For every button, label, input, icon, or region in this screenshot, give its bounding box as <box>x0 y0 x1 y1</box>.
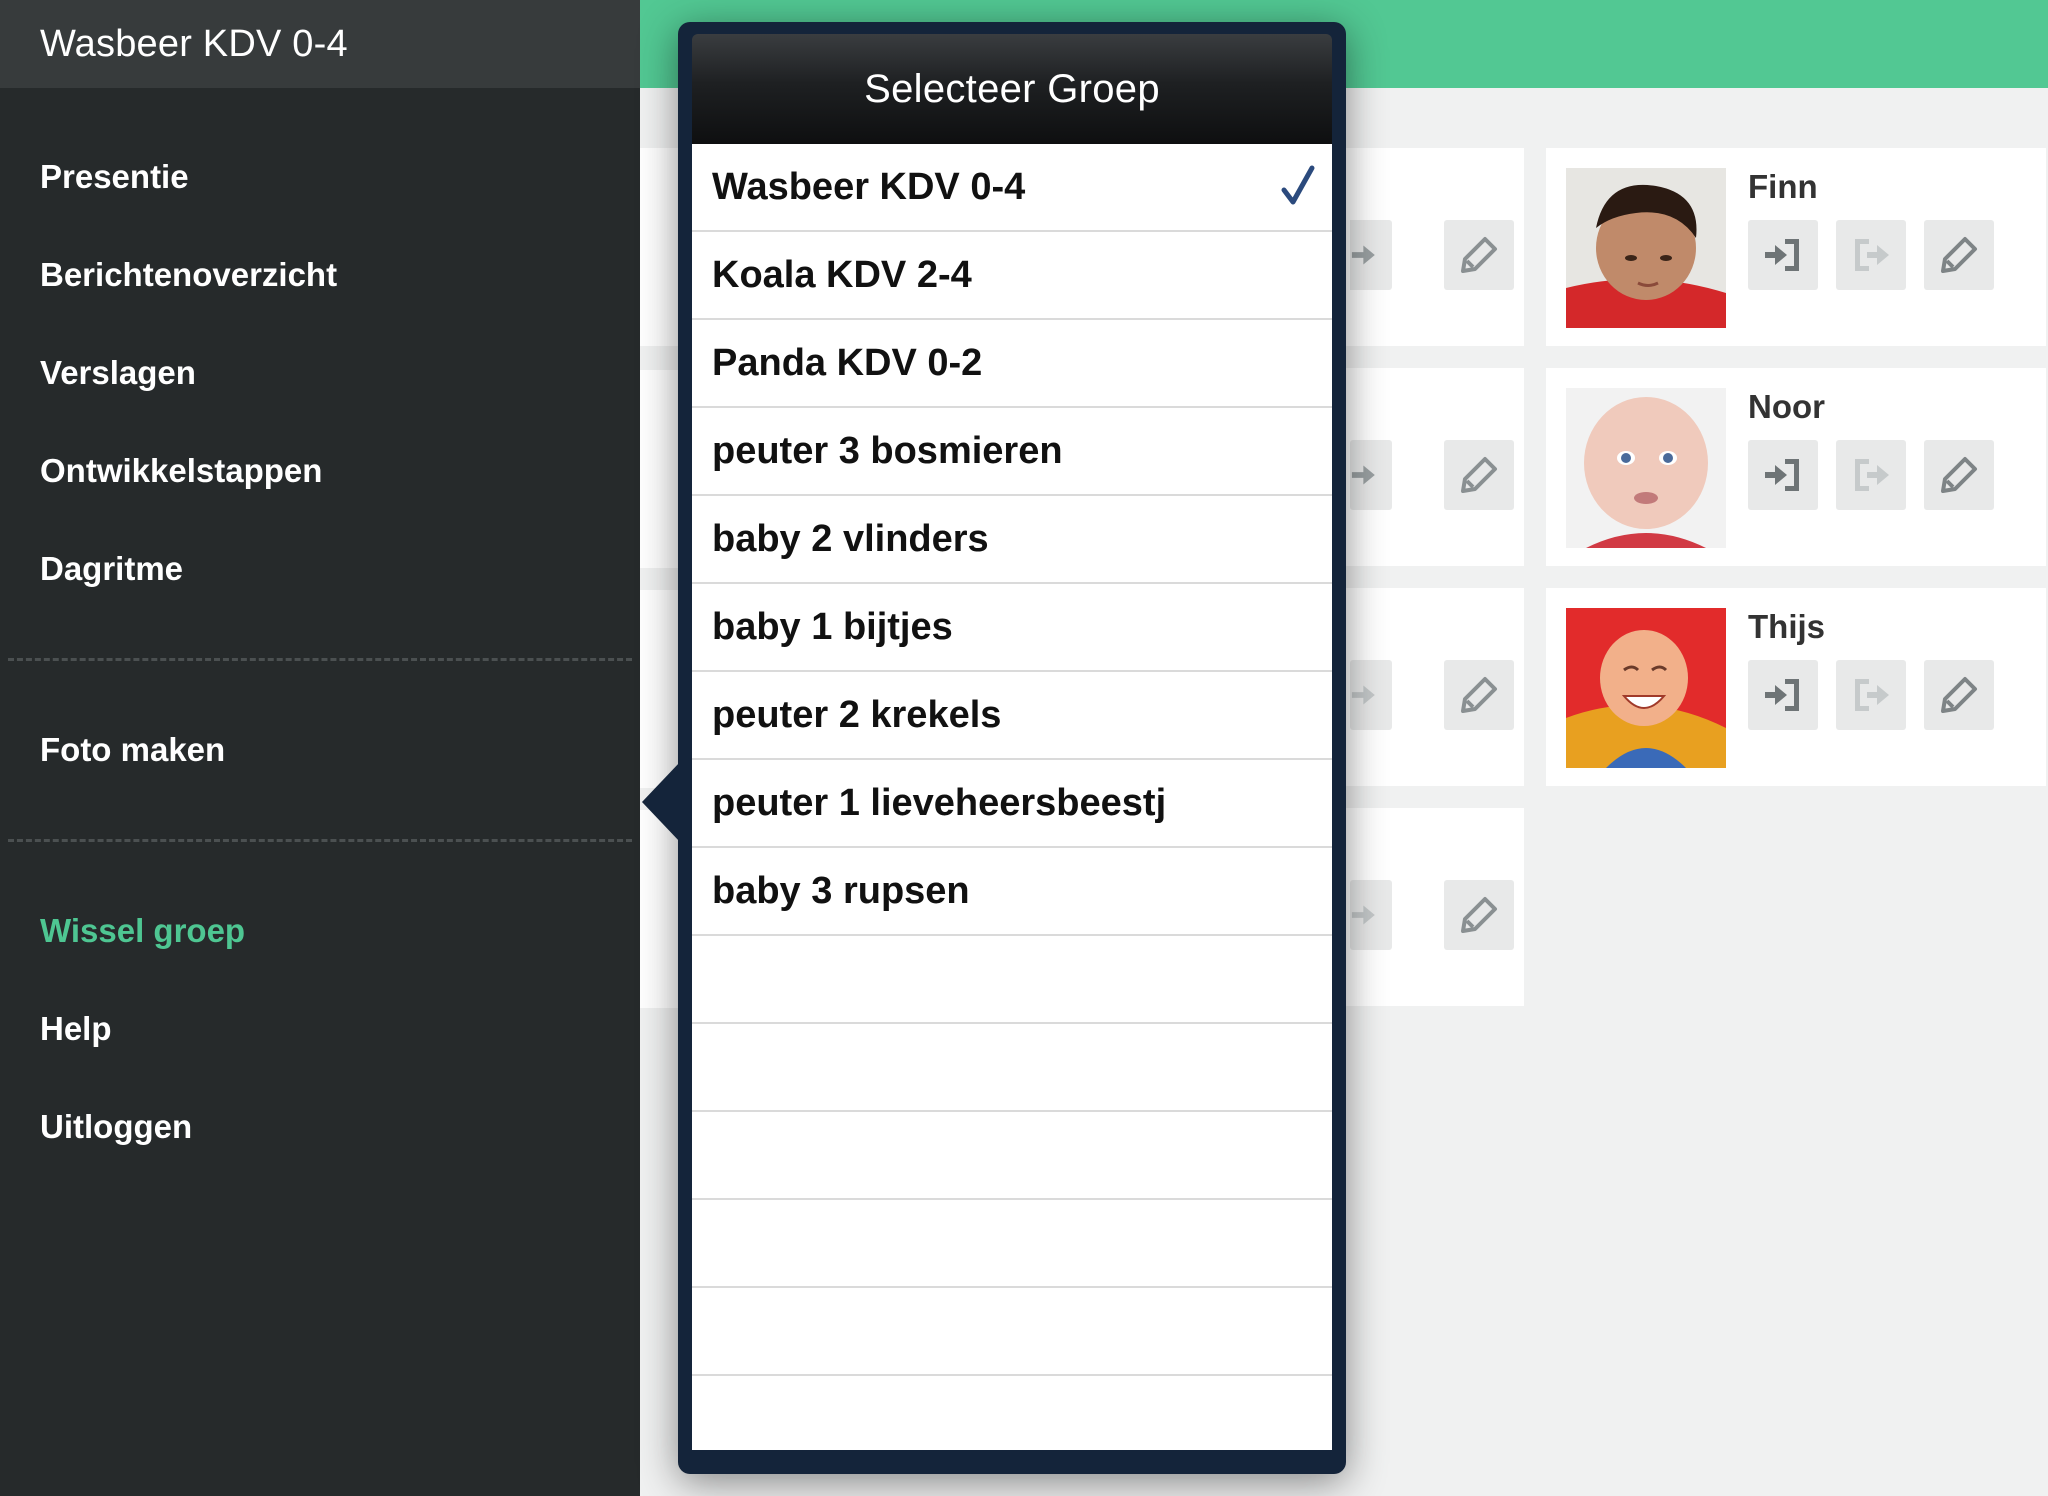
group-list: Wasbeer KDV 0-4 Koala KDV 2-4 Panda KDV 0-… <box>692 144 1332 1450</box>
menu-item-dagritme[interactable]: Dagritme <box>0 520 640 618</box>
menu-item-ontwikkelstappen[interactable]: Ontwikkelstappen <box>0 422 640 520</box>
sidebar-header: Wasbeer KDV 0-4 <box>0 0 640 88</box>
child-photo-image <box>1566 388 1726 548</box>
group-option-label: peuter 2 krekels <box>712 693 1002 736</box>
checkout-button[interactable] <box>1836 440 1906 510</box>
child-card-finn[interactable]: Finn <box>1546 148 2046 346</box>
group-option[interactable]: Koala KDV 2-4 <box>692 232 1332 320</box>
child-name: Finn <box>1748 168 1818 205</box>
child-photo <box>1566 168 1726 328</box>
checkout-icon <box>1855 239 1889 271</box>
group-option-label: Panda KDV 0-2 <box>712 341 983 384</box>
child-name: Noor <box>1748 388 1825 425</box>
checkin-icon <box>1765 459 1799 491</box>
edit-button[interactable] <box>1444 440 1514 510</box>
group-option-label: baby 3 rupsen <box>712 869 970 912</box>
group-option-label: peuter 1 lieveheersbeestj <box>712 781 1167 824</box>
app-root: n <box>0 0 2048 1496</box>
menu-divider <box>8 658 632 661</box>
group-option-label: Koala KDV 2-4 <box>712 253 972 296</box>
checkout-icon <box>1855 459 1889 491</box>
edit-button[interactable] <box>1444 220 1514 290</box>
edit-button[interactable] <box>1444 660 1514 730</box>
checkout-icon <box>1351 465 1375 485</box>
checkout-button[interactable] <box>1836 220 1906 290</box>
pencil-icon <box>1461 237 1497 273</box>
pencil-icon <box>1461 457 1497 493</box>
group-option[interactable]: baby 1 bijtjes <box>692 584 1332 672</box>
empty-row <box>692 1112 1332 1200</box>
child-card-noor[interactable]: Noor <box>1546 368 2046 566</box>
popover-header: Selecteer Groep <box>692 34 1332 144</box>
checkmark-icon <box>1281 165 1315 205</box>
sidebar-bottom-menu: Wissel groep Help Uitloggen <box>0 882 640 1176</box>
empty-row <box>692 936 1332 1024</box>
child-photo <box>1566 388 1726 548</box>
pencil-icon <box>1461 897 1497 933</box>
group-option[interactable]: peuter 2 krekels <box>692 672 1332 760</box>
group-option[interactable]: peuter 3 bosmieren <box>692 408 1332 496</box>
pencil-icon <box>1941 237 1977 273</box>
menu-item-foto-maken[interactable]: Foto maken <box>0 701 640 799</box>
checkout-icon <box>1351 245 1375 265</box>
checkin-button[interactable] <box>1748 440 1818 510</box>
checkout-button[interactable] <box>1836 660 1906 730</box>
checkout-button[interactable] <box>1350 440 1392 510</box>
pencil-icon <box>1461 677 1497 713</box>
group-option[interactable]: baby 3 rupsen <box>692 848 1332 936</box>
group-option-label: Wasbeer KDV 0-4 <box>712 165 1026 208</box>
menu-item-presentie[interactable]: Presentie <box>0 128 640 226</box>
empty-row <box>692 1288 1332 1376</box>
group-option[interactable]: baby 2 vlinders <box>692 496 1332 584</box>
group-option-label: baby 1 bijtjes <box>712 605 953 648</box>
sidebar: Wasbeer KDV 0-4 Presentie Berichtenoverz… <box>0 0 640 1496</box>
checkin-button[interactable] <box>1748 660 1818 730</box>
menu-divider <box>8 839 632 842</box>
menu-item-help[interactable]: Help <box>0 980 640 1078</box>
edit-button[interactable] <box>1924 220 1994 290</box>
group-option-label: baby 2 vlinders <box>712 517 989 560</box>
child-photo <box>1566 608 1726 768</box>
checkin-icon <box>1765 679 1799 711</box>
empty-row <box>692 1200 1332 1288</box>
checkout-icon <box>1351 685 1375 705</box>
group-title: Wasbeer KDV 0-4 <box>40 22 348 65</box>
popover-arrow <box>642 762 680 842</box>
select-group-popover: Selecteer Groep Wasbeer KDV 0-4 Koala KDV… <box>678 22 1346 1474</box>
child-photo-image <box>1566 608 1726 768</box>
checkout-button[interactable] <box>1350 220 1392 290</box>
edit-button[interactable] <box>1444 880 1514 950</box>
empty-row <box>692 1376 1332 1450</box>
checkout-icon <box>1351 905 1375 925</box>
menu-item-uitloggen[interactable]: Uitloggen <box>0 1078 640 1176</box>
pencil-icon <box>1941 677 1977 713</box>
menu-item-verslagen[interactable]: Verslagen <box>0 324 640 422</box>
group-option-label: peuter 3 bosmieren <box>712 429 1063 472</box>
pencil-icon <box>1941 457 1977 493</box>
edit-button[interactable] <box>1924 440 1994 510</box>
child-name: Thijs <box>1748 608 1826 645</box>
edit-button[interactable] <box>1924 660 1994 730</box>
checkin-icon <box>1765 239 1799 271</box>
child-card-thijs[interactable]: Thijs <box>1546 588 2046 786</box>
checkin-button[interactable] <box>1748 220 1818 290</box>
popover-title: Selecteer Groep <box>864 66 1160 111</box>
sidebar-menu: Presentie Berichtenoverzicht Verslagen O… <box>0 88 640 618</box>
empty-row <box>692 1024 1332 1112</box>
group-option[interactable]: peuter 1 lieveheersbeestj <box>692 760 1332 848</box>
group-option[interactable]: Wasbeer KDV 0-4 <box>692 144 1332 232</box>
child-photo-image <box>1566 168 1726 328</box>
menu-item-wissel-groep[interactable]: Wissel groep <box>0 882 640 980</box>
checkout-icon <box>1855 679 1889 711</box>
sidebar-photo-menu: Foto maken <box>0 701 640 799</box>
menu-item-berichtenoverzicht[interactable]: Berichtenoverzicht <box>0 226 640 324</box>
checkout-button[interactable] <box>1350 660 1392 730</box>
group-option[interactable]: Panda KDV 0-2 <box>692 320 1332 408</box>
checkout-button[interactable] <box>1350 880 1392 950</box>
